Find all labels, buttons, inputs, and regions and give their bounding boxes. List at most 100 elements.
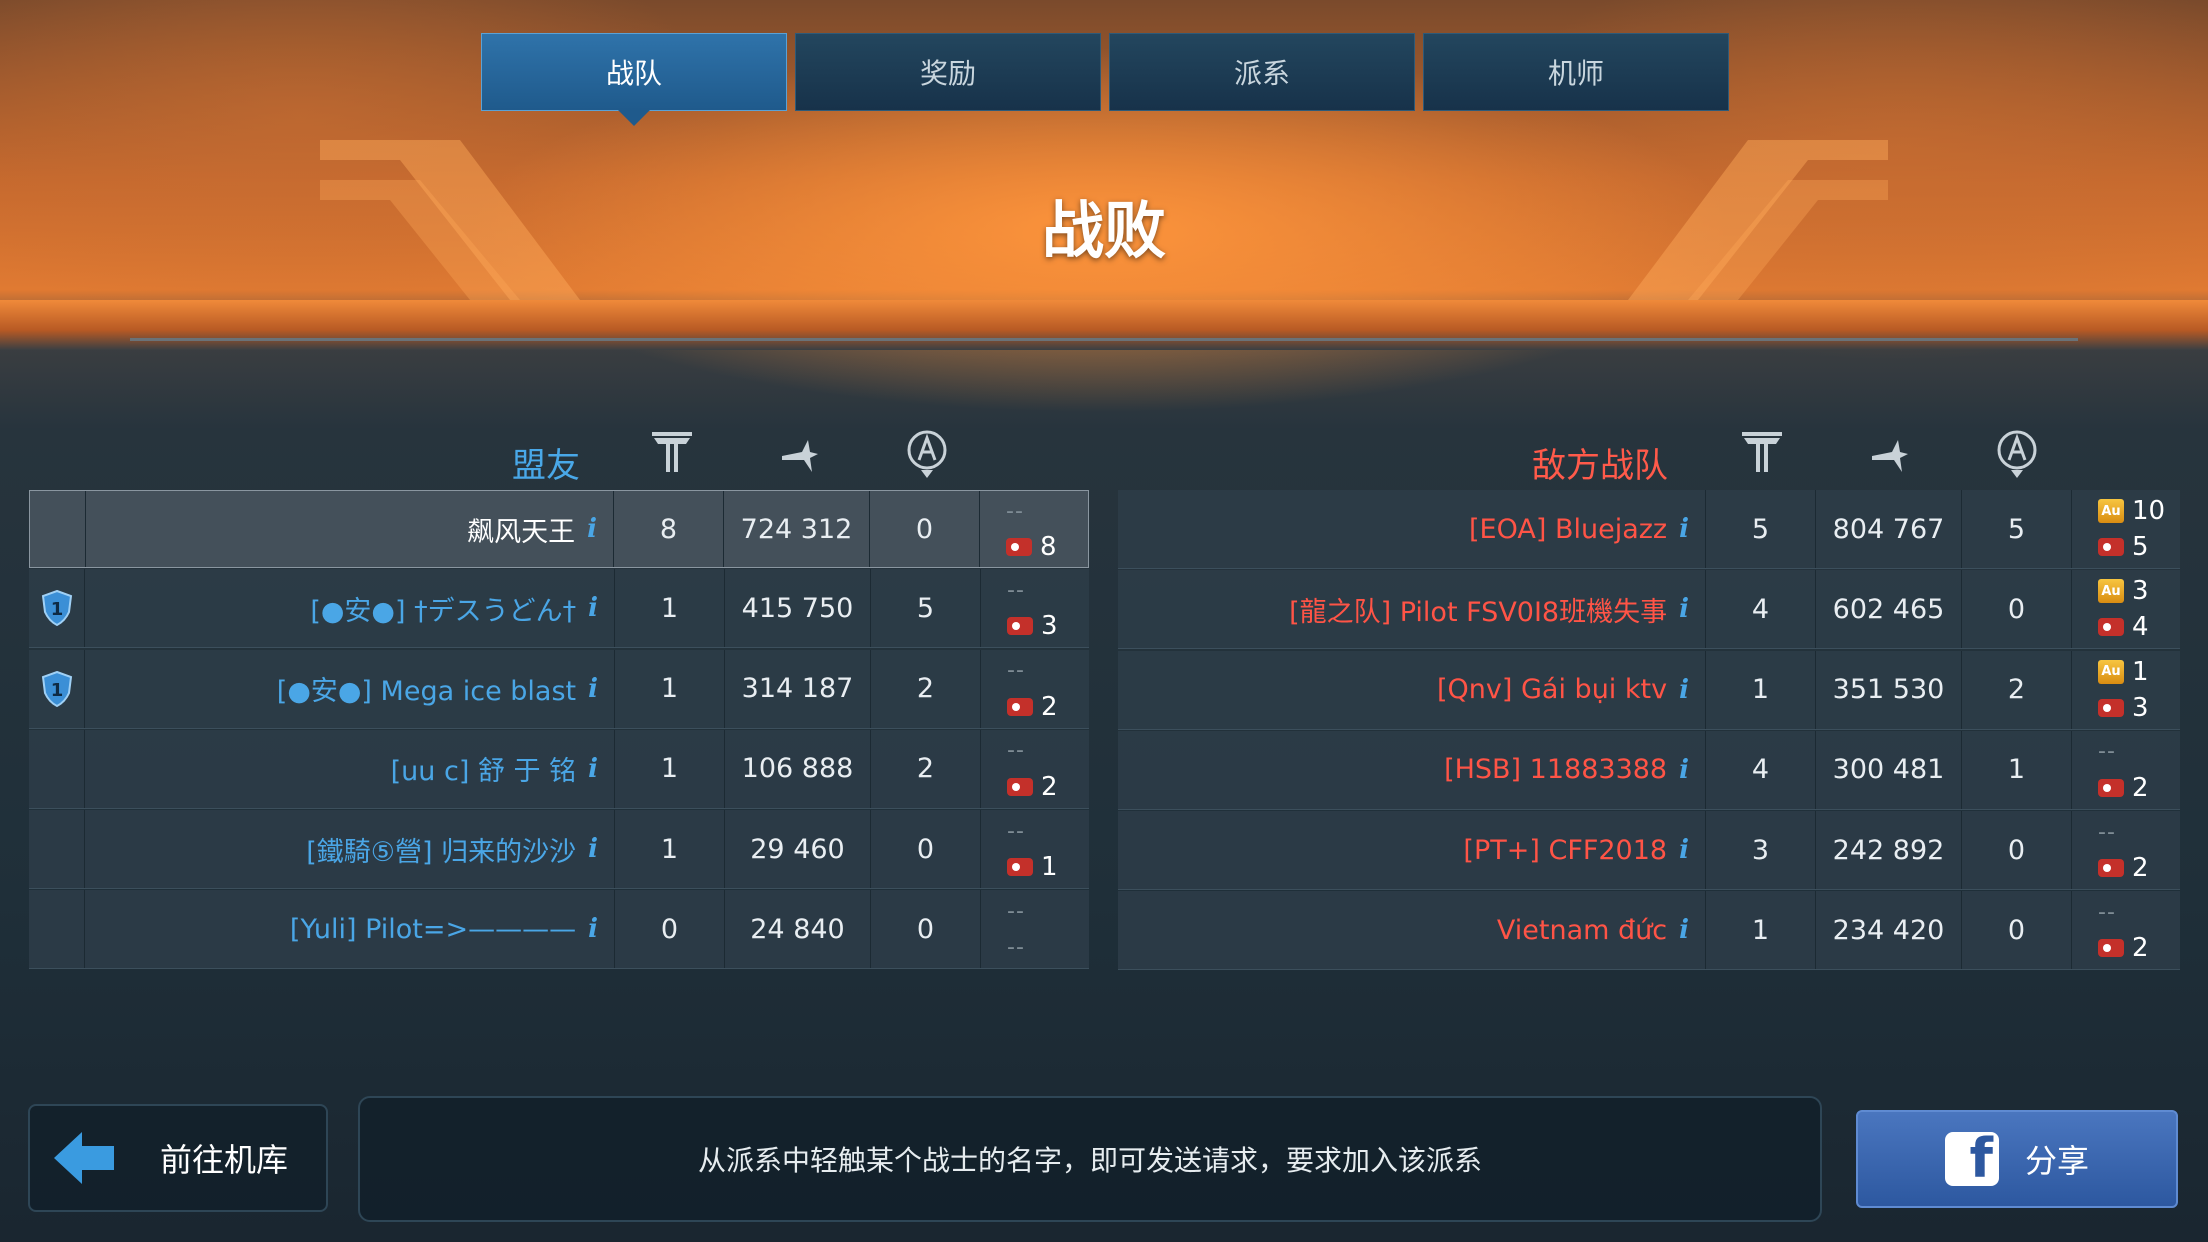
kills-value: 1 <box>615 569 725 648</box>
table-row: Vietnam đức i 1 234 420 0 -- 2 <box>1118 891 2180 971</box>
player-name[interactable]: [Yuli] Pilot=>———— <box>290 914 576 945</box>
shield-slot <box>29 729 85 808</box>
gold-value: -- <box>1007 658 1025 684</box>
info-icon[interactable]: i <box>1679 675 1689 705</box>
assists-value: 2 <box>871 729 981 808</box>
key-icon <box>1007 697 1033 716</box>
header-divider <box>130 338 2078 341</box>
gold-value: 1 <box>2132 656 2149 687</box>
player-name[interactable]: [HSB] 11883388 <box>1444 754 1667 785</box>
info-icon[interactable]: i <box>1679 755 1689 785</box>
gold-icon: Au <box>2098 659 2124 684</box>
player-name[interactable]: [PT+] CFF2018 <box>1463 835 1667 866</box>
damage-value: 242 892 <box>1816 811 1962 890</box>
player-name[interactable]: [鐵騎⑤營] 归来的沙沙 <box>306 830 576 869</box>
tab-pilot[interactable]: 机师 <box>1423 33 1729 111</box>
player-name-cell[interactable]: [Yuli] Pilot=>———— i <box>85 890 615 969</box>
key-value: 2 <box>2132 853 2149 884</box>
player-name[interactable]: [●安●] Mega ice blast <box>277 669 576 708</box>
info-icon[interactable]: i <box>588 834 598 864</box>
player-name-cell[interactable]: Vietnam đức i <box>1118 891 1706 970</box>
player-name[interactable]: [EOA] Bluejazz <box>1469 514 1667 545</box>
key-value: 2 <box>2132 933 2149 964</box>
damage-value: 351 530 <box>1816 650 1962 729</box>
rewards-cell: -- 2 <box>981 650 1089 728</box>
ally-table: 飙风天王 i 8 724 312 0 -- 8 1 [●安●] †デスうどん† … <box>29 490 1089 971</box>
assists-value: 0 <box>1962 891 2072 970</box>
gold-value: -- <box>2098 819 2116 845</box>
damage-value: 602 465 <box>1816 570 1962 649</box>
kills-value: 5 <box>1706 490 1816 568</box>
key-icon <box>2098 698 2124 717</box>
key-value: 1 <box>1041 852 1058 883</box>
shield-slot: 1 <box>29 569 85 648</box>
table-row: [HSB] 11883388 i 4 300 481 1 -- 2 <box>1118 730 2180 810</box>
info-icon[interactable]: i <box>588 593 598 623</box>
kills-value: 1 <box>615 810 725 889</box>
damage-icon <box>1872 440 1908 472</box>
result-title: 战败 <box>1041 194 1166 267</box>
info-icon[interactable]: i <box>587 514 597 544</box>
svg-text:1: 1 <box>50 599 63 620</box>
player-name[interactable]: [龍之队] Pilot FSV0I8班機失事 <box>1289 590 1667 629</box>
info-icon[interactable]: i <box>1679 514 1689 544</box>
player-name-cell[interactable]: [HSB] 11883388 i <box>1118 730 1706 809</box>
key-value: 5 <box>2132 532 2149 562</box>
player-name-cell[interactable]: [uu c] 舒 于 铭 i <box>85 729 615 808</box>
player-name[interactable]: [uu c] 舒 于 铭 <box>391 749 576 788</box>
info-icon[interactable]: i <box>588 674 598 704</box>
rewards-cell: -- -- <box>981 890 1089 968</box>
rewards-cell: -- 1 <box>981 810 1089 888</box>
shield-icon: 1 <box>41 670 72 707</box>
kills-value: 1 <box>1706 891 1816 970</box>
player-name[interactable]: 飙风天王 <box>467 510 575 549</box>
player-name-cell[interactable]: [Qnv] Gái bụi ktv i <box>1118 650 1706 729</box>
tab-rewards[interactable]: 奖励 <box>795 33 1101 111</box>
kills-value: 1 <box>615 729 725 808</box>
player-name-cell[interactable]: [EOA] Bluejazz i <box>1118 490 1706 568</box>
player-name-cell[interactable]: [●安●] †デスうどん† i <box>85 569 615 648</box>
info-icon[interactable]: i <box>1679 915 1689 945</box>
assists-value: 0 <box>1962 811 2072 890</box>
player-name[interactable]: [●安●] †デスうどん† <box>310 589 576 628</box>
info-icon[interactable]: i <box>1679 594 1689 624</box>
gold-value: -- <box>1006 498 1024 524</box>
player-name[interactable]: Vietnam đức <box>1497 915 1667 946</box>
key-icon <box>2098 859 2124 878</box>
rewards-cell: Au 10 5 <box>2072 490 2180 568</box>
key-icon <box>2098 618 2124 637</box>
player-name-cell[interactable]: [●安●] Mega ice blast i <box>85 649 615 728</box>
player-name-cell[interactable]: [鐵騎⑤營] 归来的沙沙 i <box>85 810 615 889</box>
table-row: [uu c] 舒 于 铭 i 1 106 888 2 -- 2 <box>29 729 1089 809</box>
key-value: 4 <box>2132 612 2149 643</box>
info-icon[interactable]: i <box>588 914 598 944</box>
player-name[interactable]: [Qnv] Gái bụi ktv <box>1437 674 1667 705</box>
key-icon <box>1007 858 1033 877</box>
assists-value: 0 <box>871 890 981 969</box>
info-icon[interactable]: i <box>1679 835 1689 865</box>
enemy-team-label: 敌方战队 <box>1532 446 1668 486</box>
header-band <box>0 300 2208 350</box>
table-row: [PT+] CFF2018 i 3 242 892 0 -- 2 <box>1118 811 2180 891</box>
faction-tip: 从派系中轻触某个战士的名字，即可发送请求，要求加入该派系 <box>358 1096 1822 1222</box>
key-icon <box>2098 778 2124 797</box>
player-name-cell[interactable]: 飙风天王 i <box>86 491 614 567</box>
tab-faction[interactable]: 派系 <box>1109 33 1415 111</box>
key-value: 3 <box>2132 692 2149 723</box>
key-value: -- <box>1007 934 1025 960</box>
shield-slot <box>29 810 85 889</box>
tab-team[interactable]: 战队 <box>481 33 787 126</box>
key-icon <box>1007 777 1033 796</box>
kills-value: 3 <box>1706 811 1816 890</box>
rewards-cell: -- 3 <box>981 569 1089 647</box>
go-to-hangar-button[interactable]: 前往机库 <box>28 1104 328 1212</box>
info-icon[interactable]: i <box>588 754 598 784</box>
player-name-cell[interactable]: [龍之队] Pilot FSV0I8班機失事 i <box>1118 570 1706 649</box>
key-value: 2 <box>1041 691 1058 722</box>
key-value: 2 <box>2132 772 2149 803</box>
kills-icon <box>652 432 692 472</box>
share-button[interactable]: f 分享 <box>1856 1110 2178 1208</box>
player-name-cell[interactable]: [PT+] CFF2018 i <box>1118 811 1706 890</box>
share-label: 分享 <box>2024 1142 2089 1180</box>
assists-value: 0 <box>870 491 980 567</box>
